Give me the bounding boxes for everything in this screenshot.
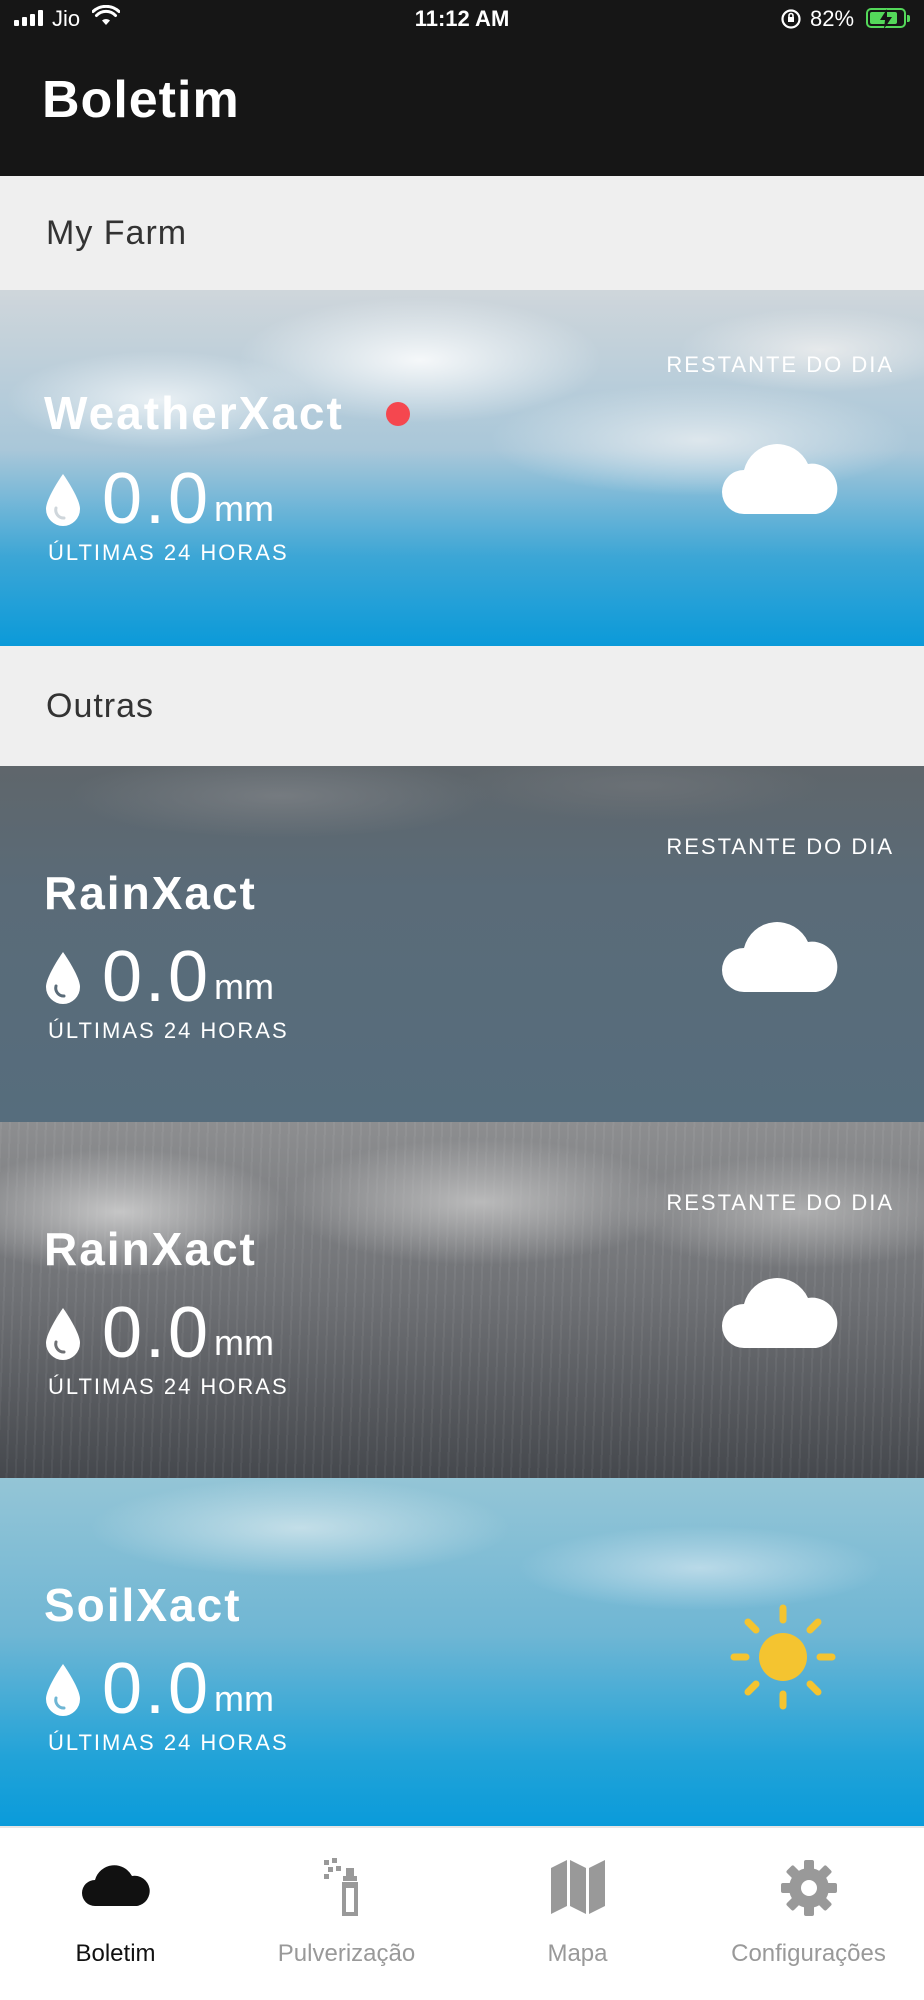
station-card-rainxact-1[interactable]: RESTANTE DO DIA RainXact 0.0 mm ÚLTIMAS …	[0, 766, 924, 1122]
remaining-day-label: RESTANTE DO DIA	[666, 834, 894, 859]
map-icon	[550, 1860, 605, 1914]
period-label: ÚLTIMAS 24 HORAS	[48, 1018, 289, 1043]
rain-drop-icon	[46, 952, 80, 1004]
period-label: ÚLTIMAS 24 HORAS	[48, 1730, 289, 1755]
station-name: RainXact	[44, 1223, 257, 1275]
station-card-soilxact[interactable]: SoilXact 0.0 mm ÚLTIMAS 24 HORAS	[0, 1478, 924, 1826]
rain-value: 0.0	[102, 1293, 212, 1373]
rain-value: 0.0	[102, 1649, 212, 1729]
rain-value: 0.0	[102, 459, 212, 539]
period-label: ÚLTIMAS 24 HORAS	[48, 540, 289, 565]
section-header-others: Outras	[0, 646, 924, 766]
sun-icon	[730, 1604, 836, 1710]
cloud-icon	[81, 1865, 150, 1906]
rain-unit: mm	[214, 488, 274, 529]
rain-unit: mm	[214, 1322, 274, 1363]
nav-label: Mapa	[547, 1940, 608, 1967]
remaining-day-label: RESTANTE DO DIA	[666, 1190, 894, 1215]
station-card-rainxact-2[interactable]: RESTANTE DO DIA RainXact 0.0 mm ÚLTIMAS …	[0, 1122, 924, 1478]
nav-label: Configurações	[731, 1940, 886, 1967]
station-name: WeatherXact	[44, 387, 344, 439]
battery-icon	[866, 8, 910, 29]
section-header-my-farm: My Farm	[0, 176, 924, 290]
bottom-nav: Boletim Pulverização Mapa Configurações	[0, 1826, 924, 2000]
rain-value: 0.0	[102, 937, 212, 1017]
nav-item-configuracoes[interactable]: Configurações	[693, 1828, 924, 2000]
top-bar: Jio 11:12 AM 82% Boletim	[0, 0, 924, 176]
station-name: RainXact	[44, 867, 257, 919]
rain-drop-icon	[46, 1308, 80, 1360]
rain-drop-icon	[46, 1664, 80, 1716]
rain-unit: mm	[214, 1678, 274, 1719]
battery-percent: 82%	[810, 6, 855, 31]
gear-icon	[780, 1860, 837, 1916]
cloud-icon	[722, 444, 838, 514]
app-screen: Jio 11:12 AM 82% Boletim My Farm RESTANT…	[0, 0, 924, 2000]
page-title: Boletim	[42, 71, 240, 129]
status-bar: Jio 11:12 AM 82%	[0, 0, 924, 40]
station-card-weatherxact[interactable]: RESTANTE DO DIA WeatherXact 0.0 mm ÚLTIM…	[0, 290, 924, 646]
nav-item-mapa[interactable]: Mapa	[462, 1828, 693, 2000]
alert-dot	[386, 402, 410, 426]
period-label: ÚLTIMAS 24 HORAS	[48, 1374, 289, 1399]
rain-unit: mm	[214, 966, 274, 1007]
orientation-lock-icon	[781, 9, 801, 29]
remaining-day-label: RESTANTE DO DIA	[666, 352, 894, 377]
rain-drop-icon	[46, 474, 80, 526]
cloud-icon	[722, 922, 838, 992]
station-name: SoilXact	[44, 1579, 242, 1631]
nav-label: Boletim	[75, 1940, 156, 1967]
nav-item-boletim[interactable]: Boletim	[0, 1828, 231, 2000]
cloud-icon	[722, 1278, 838, 1348]
nav-item-pulverizacao[interactable]: Pulverização	[231, 1828, 462, 2000]
nav-label: Pulverização	[277, 1940, 416, 1967]
sprayer-icon	[323, 1858, 358, 1916]
